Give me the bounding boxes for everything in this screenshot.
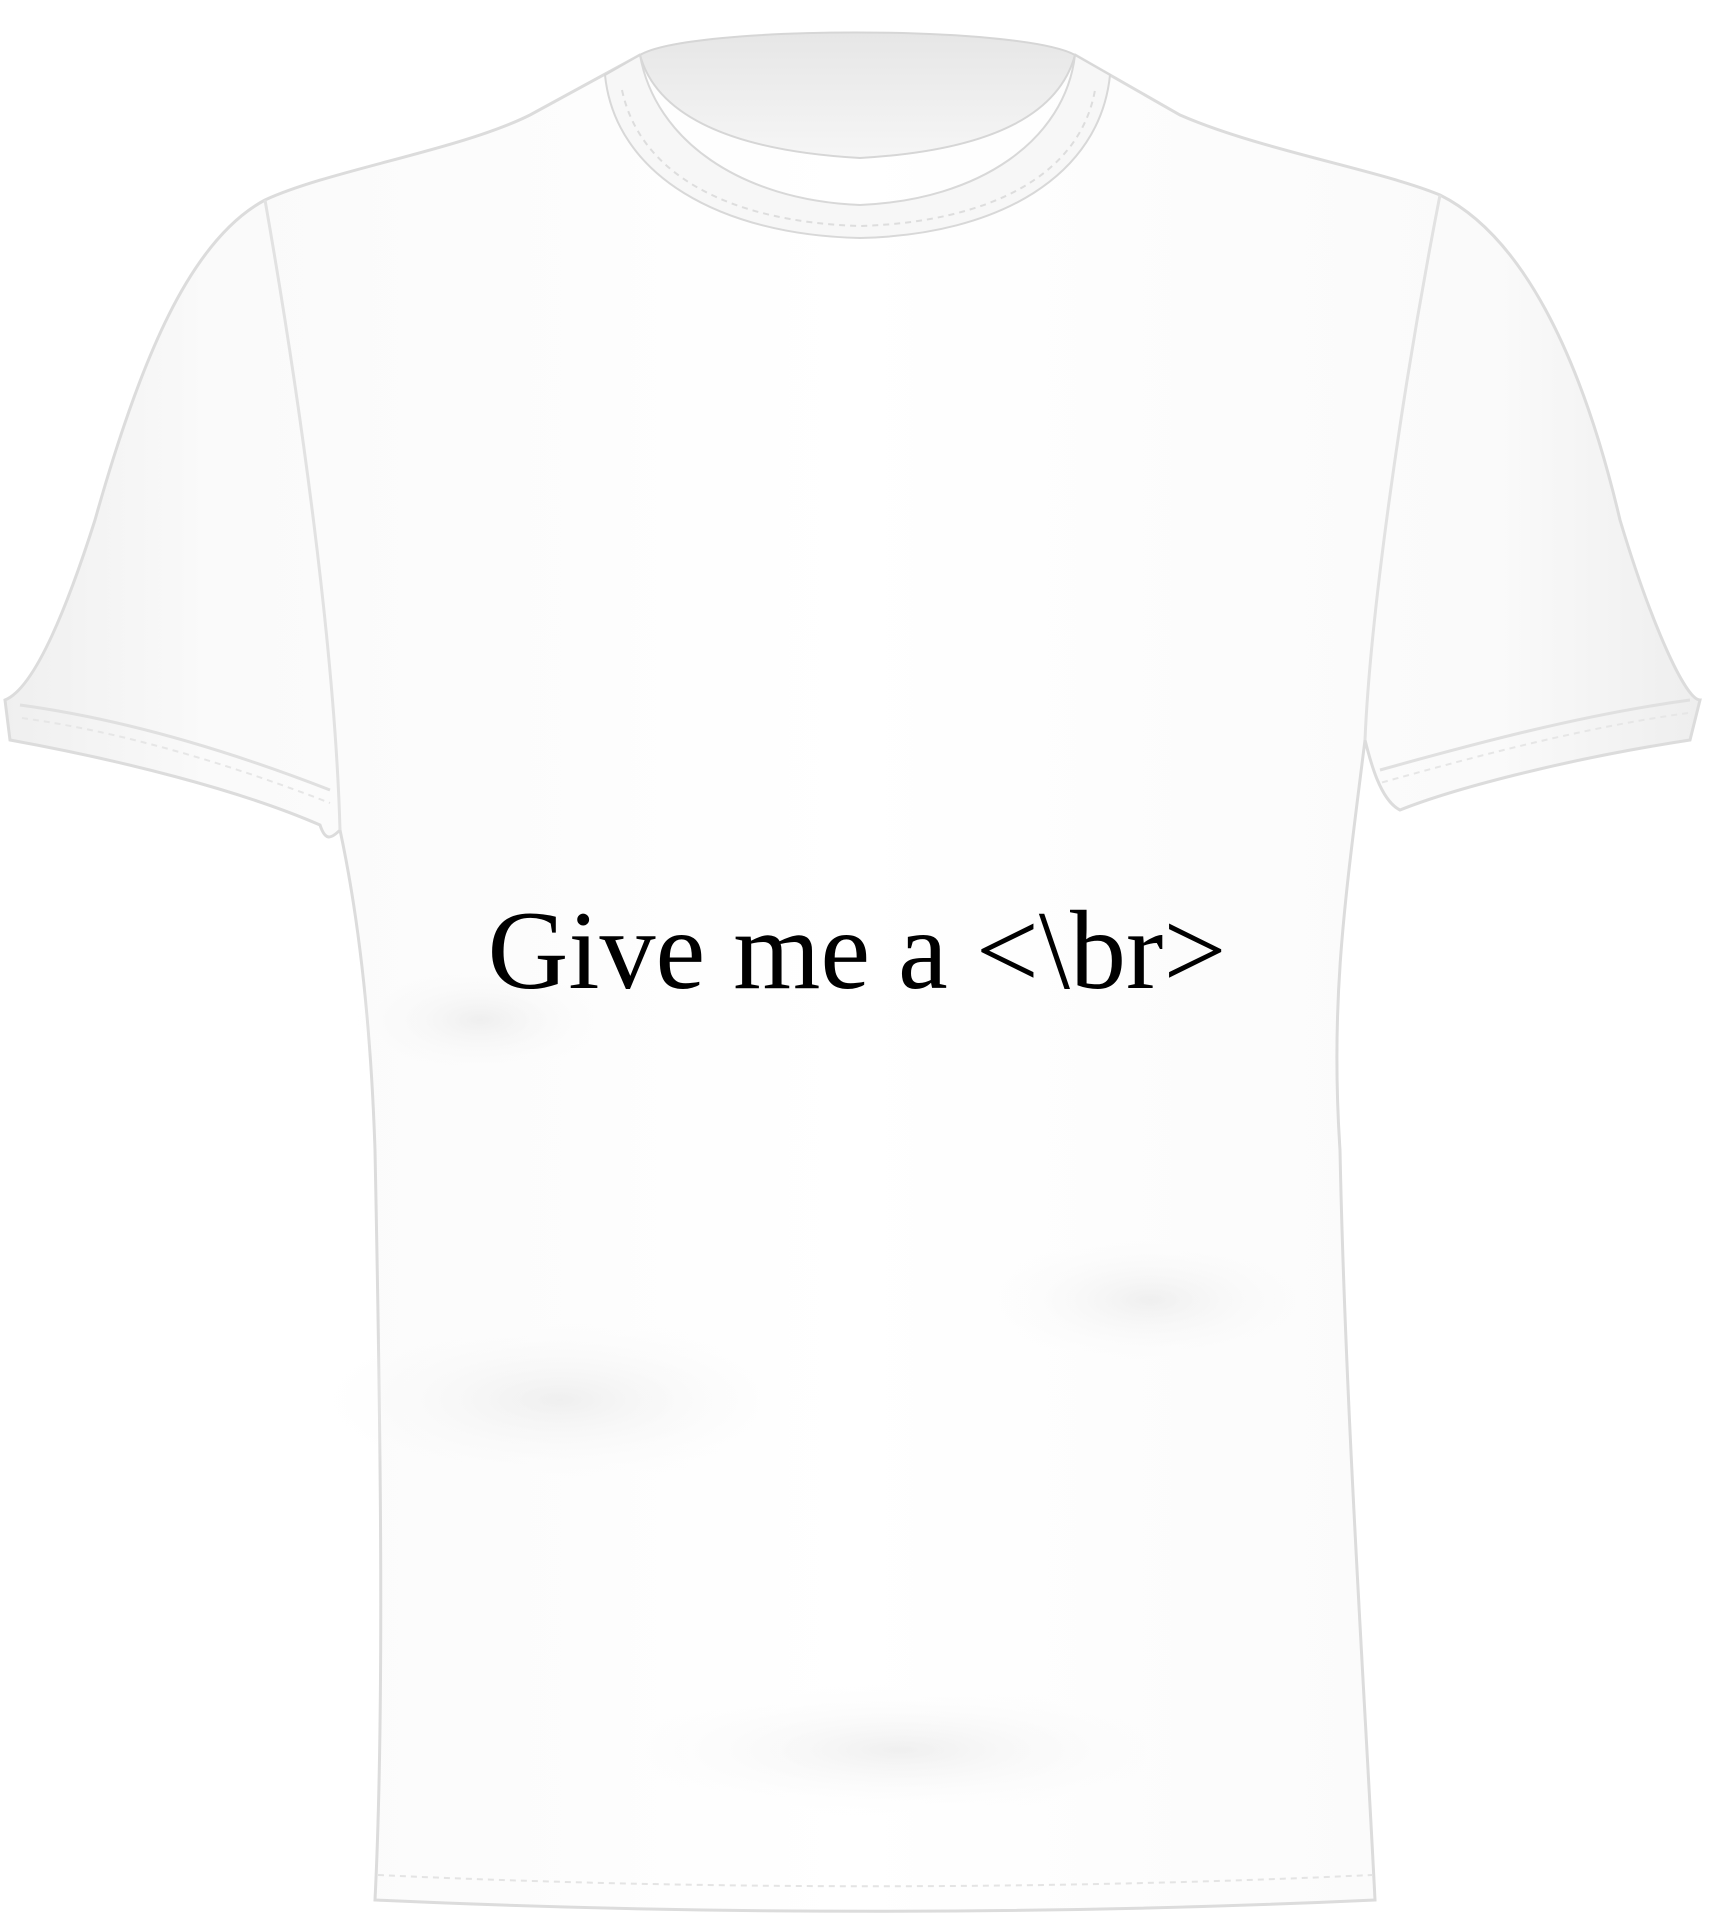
- shirt-print-text: Give me a <\br>: [487, 889, 1227, 1013]
- product-image: Give me a <\br>: [0, 0, 1714, 1929]
